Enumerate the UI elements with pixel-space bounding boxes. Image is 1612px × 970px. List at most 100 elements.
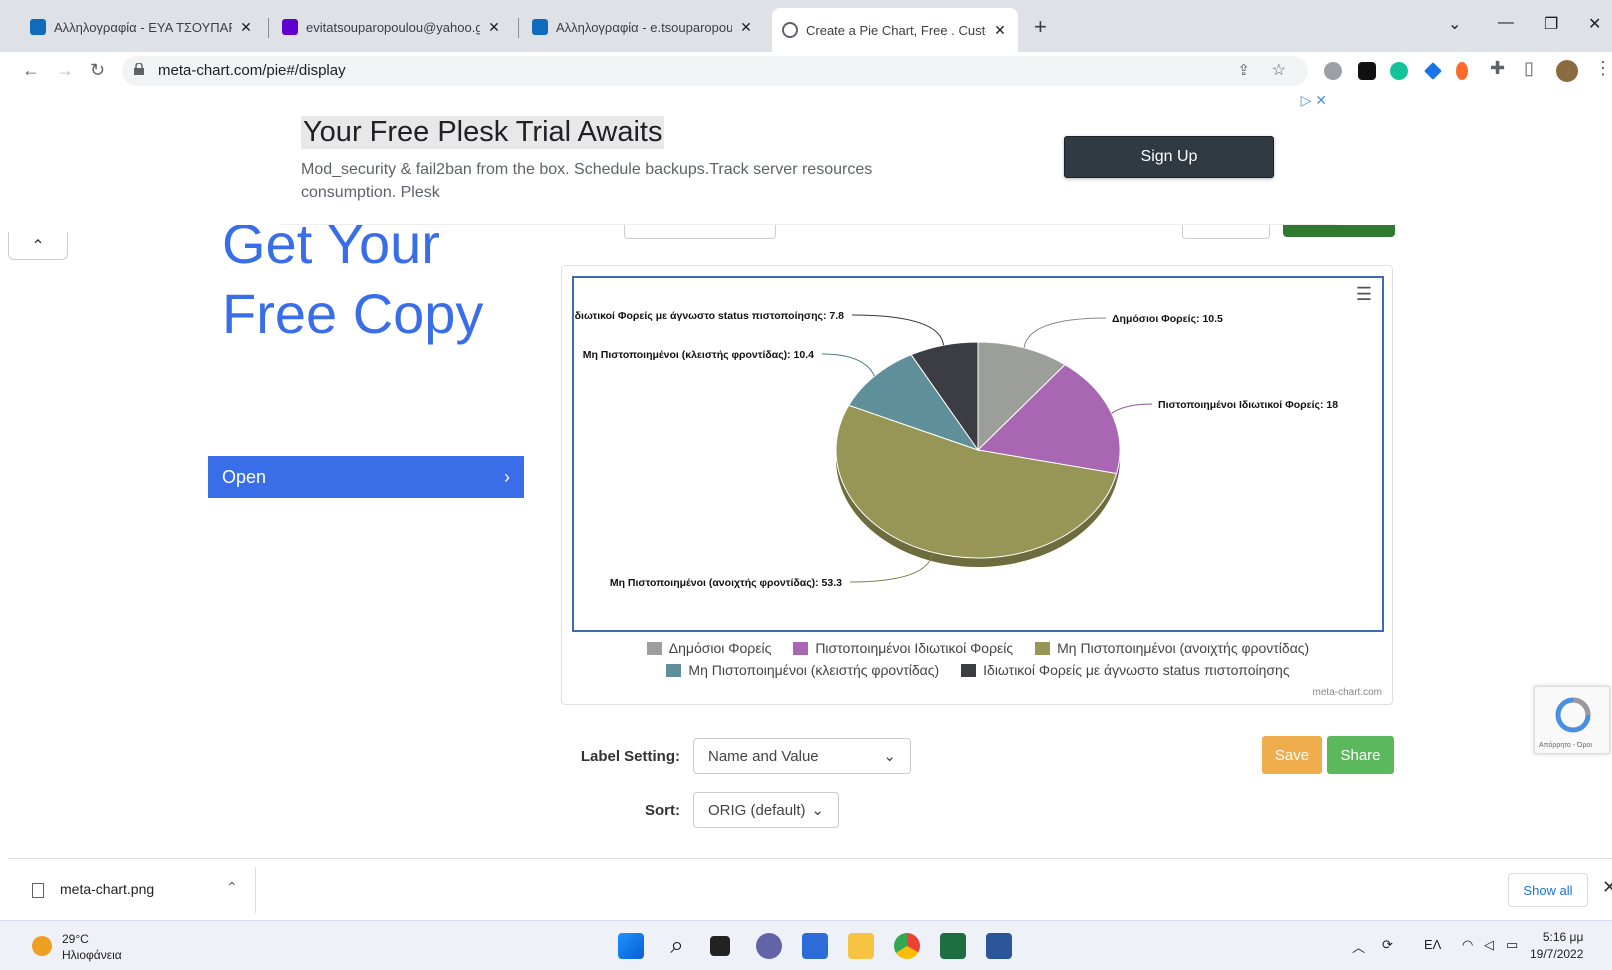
legend-label: Δημόσιοι Φορείς bbox=[668, 640, 772, 656]
volume-icon[interactable]: ◁ bbox=[1484, 937, 1494, 953]
tab-mail-1[interactable]: Αλληλογραφία - ΕΥΑ ΤΣΟΥΠΑΡΟ ✕ bbox=[20, 10, 264, 44]
extension-icon[interactable] bbox=[1358, 62, 1376, 80]
input-stub[interactable] bbox=[1182, 225, 1270, 239]
extension-icon[interactable] bbox=[1324, 62, 1342, 80]
select-stub[interactable] bbox=[624, 225, 776, 239]
chevron-up-icon[interactable]: ⌃ bbox=[226, 879, 238, 896]
chart-frame: Δημόσιοι Φορείς: 10.5 Πιστοποιημένοι Ιδιω… bbox=[572, 276, 1384, 632]
side-ad-line1: Get Your bbox=[222, 225, 440, 275]
tab-meta-chart[interactable]: Create a Pie Chart, Free . Custom ✕ bbox=[772, 8, 1018, 52]
word-icon[interactable] bbox=[986, 933, 1012, 959]
legend-item[interactable]: Ιδιωτικοί Φορείς με άγνωστο status πιστο… bbox=[961, 662, 1290, 678]
puzzle-icon[interactable]: ✚ bbox=[1490, 58, 1505, 79]
sun-icon[interactable] bbox=[32, 936, 52, 956]
chrome-icon[interactable] bbox=[894, 933, 920, 959]
chart-legend: Δημόσιοι Φορείς Πιστοποιημένοι Ιδιωτικοί … bbox=[562, 640, 1394, 678]
label-setting-select[interactable]: Name and Value ⌄ bbox=[693, 738, 911, 774]
ad-description: Mod_security & fail2ban from the box. Sc… bbox=[301, 161, 873, 201]
url-text: meta-chart.com/pie#/display bbox=[158, 62, 346, 79]
chart-card: Δημόσιοι Φορείς: 10.5 Πιστοποιημένοι Ιδιω… bbox=[561, 265, 1393, 705]
share-button[interactable]: Share bbox=[1327, 736, 1394, 774]
top-ad[interactable]: ▷ ✕ Your Free Plesk Trial Awaits Mod_sec… bbox=[279, 90, 1337, 225]
close-icon[interactable]: ✕ bbox=[1602, 877, 1612, 898]
share-icon[interactable]: ⇪ bbox=[1237, 61, 1250, 79]
wifi-icon[interactable]: ◠ bbox=[1462, 937, 1473, 953]
reload-icon[interactable]: ↻ bbox=[90, 60, 105, 81]
start-icon[interactable] bbox=[618, 933, 644, 959]
data-label: Μη Πιστοποιημένοι (κλειστής φροντίδας): … bbox=[583, 349, 814, 361]
folder-icon[interactable] bbox=[848, 933, 874, 959]
avatar[interactable] bbox=[1556, 60, 1578, 82]
taskbar: 29°C Ηλιοφάνεια ⌕ ︿ ⟳ ΕΛ ◠ ◁ ▭ 5:16 μμ 1… bbox=[0, 920, 1612, 970]
store-icon[interactable] bbox=[802, 933, 828, 959]
outlook-icon bbox=[30, 19, 46, 35]
button-stub[interactable] bbox=[1283, 225, 1395, 237]
ad-title[interactable]: Your Free Plesk Trial Awaits bbox=[301, 116, 665, 149]
grammarly-icon[interactable] bbox=[1390, 62, 1408, 80]
weather-temp[interactable]: 29°C bbox=[62, 932, 89, 946]
recaptcha-text[interactable]: Απόρρητο - Όροι bbox=[1539, 742, 1592, 749]
clock[interactable]: 5:16 μμ 19/7/2022 bbox=[1530, 929, 1583, 963]
forward-icon[interactable]: → bbox=[56, 60, 74, 81]
close-icon[interactable]: ✕ bbox=[738, 19, 754, 36]
sync-icon[interactable]: ⟳ bbox=[1382, 937, 1393, 953]
window-close-icon[interactable]: ✕ bbox=[1588, 14, 1601, 34]
clock-time: 5:16 μμ bbox=[1542, 930, 1584, 944]
minimize-icon[interactable]: — bbox=[1498, 14, 1514, 32]
save-button[interactable]: Save bbox=[1262, 736, 1322, 774]
close-icon[interactable]: ✕ bbox=[238, 19, 254, 36]
label-connector bbox=[851, 314, 945, 346]
open-button[interactable]: Open › bbox=[208, 456, 524, 498]
close-icon[interactable]: ✕ bbox=[992, 22, 1008, 39]
legend-label: Πιστοποιημένοι Ιδιωτικοί Φορείς bbox=[815, 640, 1014, 656]
task-view-icon[interactable] bbox=[710, 936, 730, 956]
side-ad[interactable]: Get Your Free Copy Open › bbox=[208, 225, 524, 499]
search-icon[interactable]: ⌕ bbox=[664, 933, 690, 959]
tab-mail-2[interactable]: Αλληλογραφία - e.tsouparopoulo ✕ bbox=[522, 10, 764, 44]
tab-search-icon[interactable]: ⌄ bbox=[1448, 14, 1461, 34]
data-label: Πιστοποιημένοι Ιδιωτικοί Φορείς: 18 bbox=[1158, 399, 1338, 411]
page-content: ▷ ✕ Your Free Plesk Trial Awaits Mod_sec… bbox=[0, 90, 1612, 858]
chevron-up-icon[interactable]: ︿ bbox=[1352, 937, 1365, 956]
show-all-button[interactable]: Show all bbox=[1508, 873, 1588, 907]
side-ad-line2: Free Copy bbox=[222, 282, 484, 345]
weather-desc[interactable]: Ηλιοφάνεια bbox=[62, 948, 122, 962]
battery-icon[interactable]: ▭ bbox=[1506, 937, 1518, 953]
language[interactable]: ΕΛ bbox=[1424, 937, 1441, 952]
tab-yahoo[interactable]: evitatsouparopoulou@yahoo.gr ✕ bbox=[272, 10, 512, 44]
legend-item[interactable]: Πιστοποιημένοι Ιδιωτικοί Φορείς bbox=[793, 640, 1013, 656]
recaptcha-badge[interactable]: Απόρρητο - Όροι bbox=[1534, 686, 1610, 754]
tab-title: Αλληλογραφία - ΕΥΑ ΤΣΟΥΠΑΡΟ bbox=[54, 19, 232, 35]
extension-icon[interactable] bbox=[1424, 62, 1442, 80]
legend-item[interactable]: Μη Πιστοποιημένοι (κλειστής φροντίδας) bbox=[666, 662, 939, 678]
chart-menu-icon[interactable]: ☰ bbox=[1356, 284, 1372, 305]
extension-icon[interactable] bbox=[1456, 62, 1468, 80]
menu-icon[interactable]: ⋮ bbox=[1594, 58, 1612, 79]
legend-item[interactable]: Μη Πιστοποιημένοι (ανοιχτής φροντίδας) bbox=[1035, 640, 1309, 656]
file-icon bbox=[32, 883, 44, 898]
sign-up-button[interactable]: Sign Up bbox=[1064, 136, 1274, 178]
download-filename[interactable]: meta-chart.png bbox=[60, 881, 154, 897]
legend-swatch bbox=[666, 663, 682, 677]
collapse-up-button[interactable]: ⌃ bbox=[8, 232, 68, 260]
excel-icon[interactable] bbox=[940, 933, 966, 959]
address-bar[interactable]: meta-chart.com/pie#/display ⇪ ☆ bbox=[122, 56, 1308, 86]
chat-icon[interactable] bbox=[756, 933, 782, 959]
data-label: Ιδιωτικοί Φορείς με άγνωστο status πιστο… bbox=[574, 310, 844, 322]
tab-title: Αλληλογραφία - e.tsouparopoulo bbox=[556, 19, 732, 35]
legend-item[interactable]: Δημόσιοι Φορείς bbox=[646, 640, 772, 656]
back-icon[interactable]: ← bbox=[22, 60, 40, 81]
restore-icon[interactable]: ❐ bbox=[1544, 14, 1558, 34]
sidepanel-icon[interactable]: ▯ bbox=[1524, 58, 1534, 79]
chevron-down-icon: ⌄ bbox=[811, 802, 824, 819]
pie-chart: Δημόσιοι Φορείς: 10.5 Πιστοποιημένοι Ιδιω… bbox=[574, 310, 1338, 589]
legend-swatch bbox=[793, 641, 809, 655]
mail-icon bbox=[282, 19, 298, 35]
label-setting-value: Name and Value bbox=[708, 747, 819, 765]
bookmark-star-icon[interactable]: ☆ bbox=[1272, 60, 1286, 80]
tab-title: evitatsouparopoulou@yahoo.gr bbox=[306, 19, 480, 35]
sort-select[interactable]: ORIG (default) ⌄ bbox=[693, 792, 839, 828]
close-icon[interactable]: ✕ bbox=[486, 19, 502, 36]
adchoices-icon[interactable]: ▷ ✕ bbox=[1301, 92, 1327, 109]
new-tab-button[interactable]: + bbox=[1034, 14, 1047, 40]
